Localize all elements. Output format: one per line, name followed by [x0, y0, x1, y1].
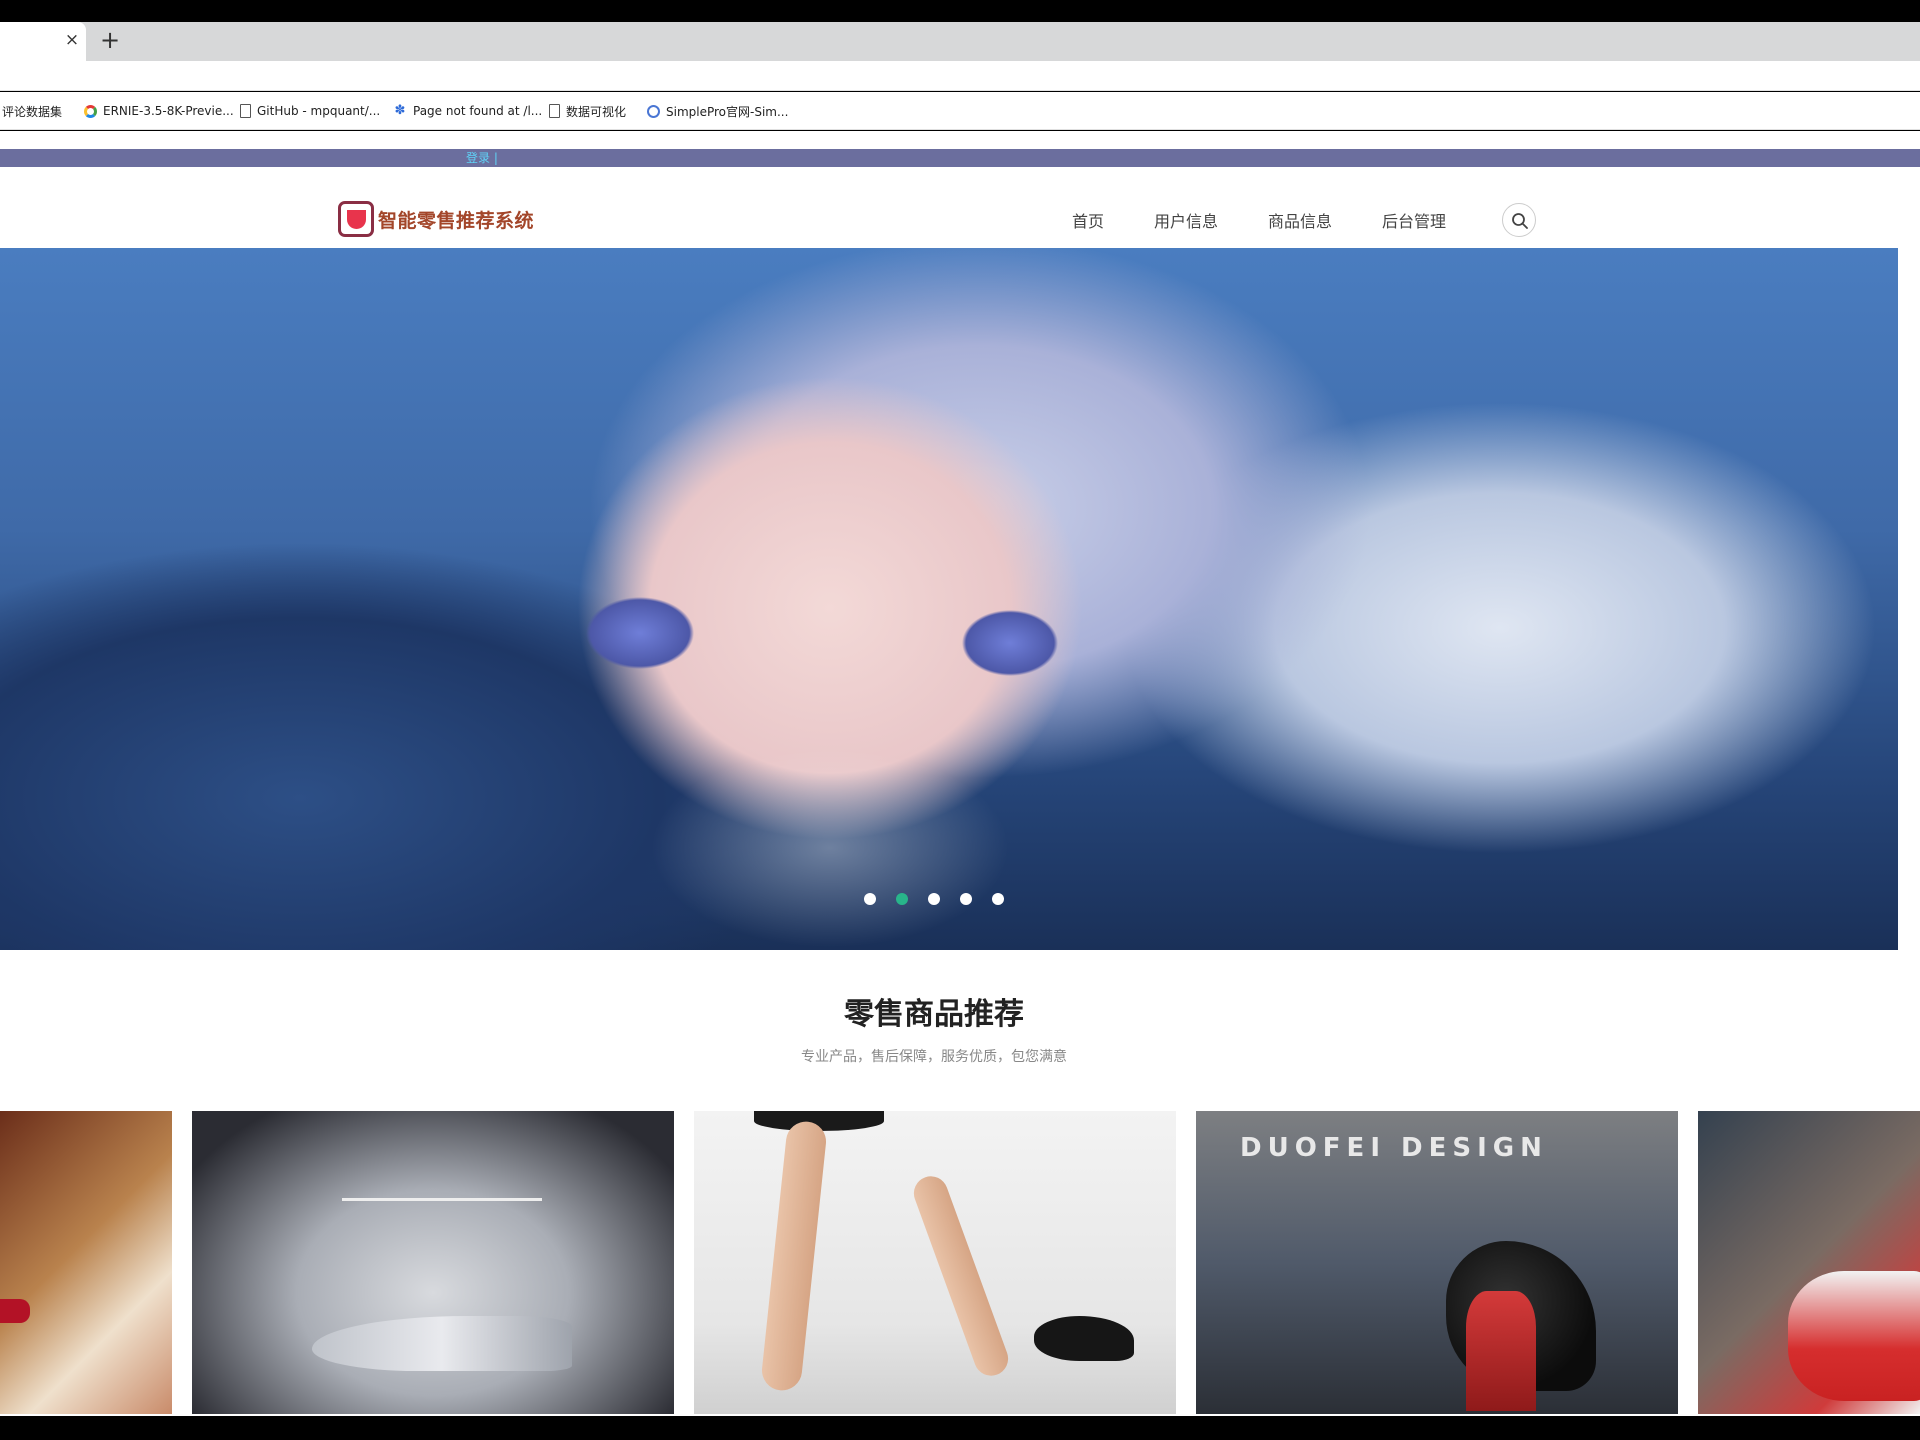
bookmark-label: 数据可视化: [566, 104, 627, 119]
browser-tab-bar: × +: [0, 22, 1920, 61]
carousel-dot-active[interactable]: [896, 893, 908, 905]
tab-close-icon[interactable]: ×: [62, 30, 82, 50]
top-strip: 登录 |: [0, 149, 1920, 167]
screen-bottom-edge: [0, 1416, 1920, 1440]
carousel-dot[interactable]: [960, 893, 972, 905]
product-image: [1034, 1316, 1134, 1361]
product-card[interactable]: [1698, 1111, 1920, 1414]
bookmark-label: Page not found at /l...: [413, 104, 543, 118]
bookmark-item[interactable]: SimplePro官网-Sim...: [647, 92, 788, 130]
bookmark-item[interactable]: 评论数据集: [2, 92, 62, 130]
section-subtitle: 专业产品，售后保障，服务优质，包您满意: [801, 1049, 1067, 1065]
bookmark-item[interactable]: ✽ Page not found at /l...: [393, 92, 543, 130]
bookmark-label: SimplePro官网-Sim...: [666, 104, 789, 119]
product-image: [1466, 1291, 1536, 1411]
screen-top-edge: [0, 0, 1920, 22]
search-icon: [1512, 213, 1528, 229]
brand[interactable]: 智能零售推荐系统: [338, 201, 534, 237]
product-image: [759, 1119, 829, 1393]
browser-tab[interactable]: ×: [0, 22, 86, 61]
carousel-dot[interactable]: [928, 893, 940, 905]
address-bar[interactable]: [0, 61, 1920, 91]
simplepro-icon: [647, 104, 660, 118]
web-page: 登录 | 智能零售推荐系统 首页 用户信息 商品信息 后台管理 零售商品推荐 专…: [0, 131, 1920, 1416]
hero-carousel[interactable]: [0, 248, 1898, 950]
crown-image: [342, 1161, 542, 1201]
product-brand-text: DUOFEI DESIGN: [1240, 1133, 1548, 1163]
shopping-bag-logo-icon: [338, 201, 374, 237]
product-card[interactable]: DUOFEI DESIGN: [1196, 1111, 1678, 1414]
nav-admin[interactable]: 后台管理: [1382, 210, 1446, 234]
brand-name: 智能零售推荐系统: [378, 209, 535, 232]
product-card[interactable]: [694, 1111, 1176, 1414]
bookmark-item[interactable]: GitHub - mpquant/...: [240, 92, 380, 130]
new-tab-icon[interactable]: +: [98, 27, 122, 53]
bookmarks-bar: 评论数据集 ERNIE-3.5-8K-Previe... GitHub - mp…: [0, 92, 1920, 130]
product-image: [0, 1299, 30, 1323]
product-card[interactable]: [192, 1111, 674, 1414]
product-image: [1788, 1271, 1920, 1401]
search-button[interactable]: [1502, 203, 1536, 237]
product-list: DUOFEI DESIGN: [0, 1111, 1920, 1416]
section-title: 零售商品推荐: [844, 997, 1024, 1032]
nav-home[interactable]: 首页: [1072, 210, 1104, 234]
ernie-icon: [84, 104, 97, 118]
bookmark-label: ERNIE-3.5-8K-Previe...: [103, 104, 234, 118]
page-icon: [549, 104, 560, 118]
page-icon: [240, 104, 251, 118]
product-card[interactable]: [0, 1111, 172, 1414]
bookmark-item[interactable]: ERNIE-3.5-8K-Previe...: [84, 92, 234, 130]
bookmark-item[interactable]: 数据可视化: [549, 92, 626, 130]
bookmark-label: 评论数据集: [2, 104, 63, 119]
carousel-dot[interactable]: [864, 893, 876, 905]
paw-icon: ✽: [394, 103, 406, 118]
bookmark-label: GitHub - mpquant/...: [257, 104, 381, 118]
main-nav: 首页 用户信息 商品信息 后台管理: [1072, 210, 1496, 234]
nav-user-info[interactable]: 用户信息: [1154, 210, 1218, 234]
product-image: [312, 1316, 572, 1371]
carousel-dot[interactable]: [992, 893, 1004, 905]
carousel-dots: [0, 893, 1868, 905]
login-link[interactable]: 登录 |: [466, 150, 498, 166]
product-image: [909, 1171, 1013, 1381]
nav-product-info[interactable]: 商品信息: [1268, 210, 1332, 234]
